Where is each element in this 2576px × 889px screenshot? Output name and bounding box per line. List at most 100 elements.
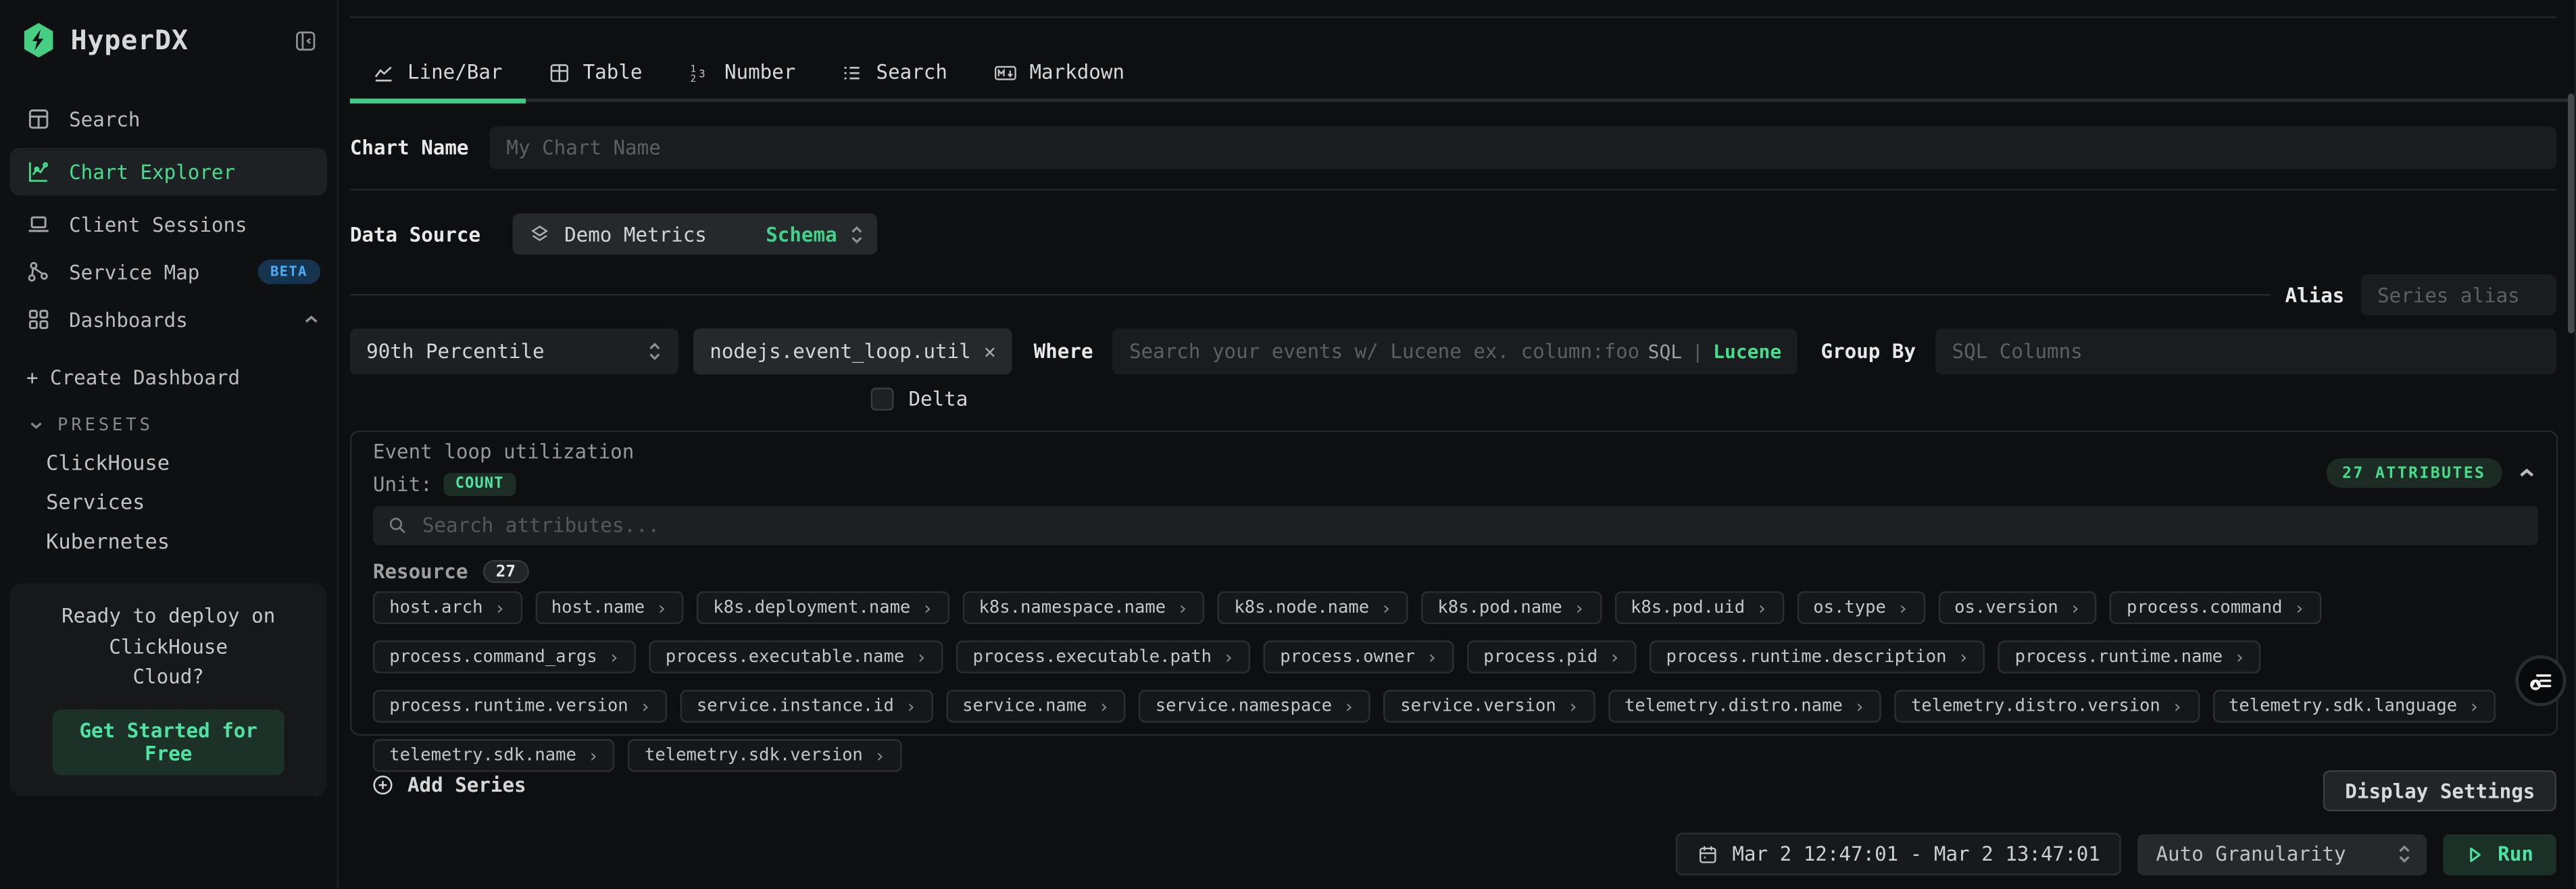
- chevron-right-icon: ›: [1854, 696, 1865, 717]
- attribute-chip[interactable]: process.pid›: [1467, 640, 1637, 674]
- chevron-right-icon: ›: [922, 597, 933, 619]
- group-by-input[interactable]: [1935, 328, 2556, 374]
- tab-markdown[interactable]: Markdown: [970, 48, 1147, 99]
- where-input[interactable]: [1113, 340, 1648, 363]
- schema-link[interactable]: Schema: [766, 222, 837, 245]
- add-series-button[interactable]: Add Series: [371, 773, 526, 796]
- attribute-chip-label: telemetry.sdk.version: [645, 746, 863, 765]
- lucene-option[interactable]: Lucene: [1713, 340, 1781, 363]
- create-dashboard-button[interactable]: + Create Dashboard: [0, 343, 337, 389]
- attribute-chip-label: process.command_args: [389, 647, 597, 667]
- attribute-chip[interactable]: service.version ›: [1384, 690, 1595, 723]
- attribute-chip[interactable]: telemetry.sdk.version›: [628, 739, 902, 772]
- resource-group-row: Resource 27: [373, 560, 529, 583]
- attribute-chip[interactable]: process.runtime.description›: [1650, 640, 1985, 674]
- tab-search[interactable]: Search: [818, 48, 970, 99]
- close-icon[interactable]: ✕: [984, 340, 996, 363]
- attribute-chip[interactable]: process.command_args›: [373, 640, 636, 674]
- top-divider: [350, 16, 2556, 18]
- get-started-button[interactable]: Get Started for Free: [53, 709, 284, 775]
- alias-label: Alias: [2285, 283, 2344, 306]
- attribute-chip-label: host.arch: [389, 598, 482, 617]
- attribute-chip[interactable]: host.arch›: [373, 591, 522, 624]
- attribute-chip[interactable]: telemetry.distro.version›: [1895, 690, 2200, 723]
- preset-item-services[interactable]: Services: [0, 475, 337, 514]
- granularity-select[interactable]: Auto Granularity: [2138, 834, 2427, 875]
- preset-item-clickhouse[interactable]: ClickHouse: [0, 435, 337, 474]
- sidebar-item-search[interactable]: Search: [0, 95, 337, 143]
- scrollbar-thumb[interactable]: [2567, 94, 2574, 334]
- collapse-sidebar-button[interactable]: [294, 29, 317, 52]
- attribute-chip-label: service.version: [1400, 696, 1556, 716]
- tab-number[interactable]: 123 Number: [665, 48, 818, 99]
- alias-input[interactable]: [2361, 274, 2556, 315]
- attribute-chip[interactable]: k8s.node.name›: [1218, 591, 1408, 624]
- chevron-right-icon: ›: [906, 696, 916, 717]
- attribute-chip[interactable]: process.command›: [2110, 591, 2321, 624]
- tab-label: Table: [583, 61, 643, 84]
- svg-text:3: 3: [699, 66, 705, 79]
- feedback-widget-button[interactable]: [2515, 655, 2566, 706]
- attribute-chip[interactable]: process.runtime.version›: [373, 690, 667, 723]
- attribute-chip-label: os.type: [1813, 598, 1886, 617]
- attribute-chip[interactable]: telemetry.sdk.name›: [373, 739, 615, 772]
- select-chevrons-icon: [850, 222, 865, 245]
- sidebar-item-client-sessions[interactable]: Client Sessions: [0, 201, 337, 249]
- unit-badge: COUNT: [444, 473, 516, 496]
- attribute-chip[interactable]: telemetry.distro.name›: [1608, 690, 1882, 723]
- chevron-right-icon: ›: [916, 646, 926, 668]
- attribute-chip[interactable]: service.instance.id›: [680, 690, 933, 723]
- sidebar-item-dashboards[interactable]: Dashboards: [0, 296, 337, 344]
- attribute-chip[interactable]: process.executable.path›: [956, 640, 1250, 674]
- chevron-right-icon: ›: [2294, 597, 2305, 619]
- attribute-chip[interactable]: k8s.deployment.name›: [697, 591, 949, 624]
- attribute-chip[interactable]: service.namespace›: [1139, 690, 1370, 723]
- attribute-chip-label: process.runtime.name: [2015, 647, 2223, 667]
- attribute-search-input[interactable]: [419, 513, 2538, 539]
- sidebar-item-service-map[interactable]: Service Map BETA: [0, 248, 337, 296]
- attribute-chip[interactable]: os.version›: [1938, 591, 2097, 624]
- query-language-toggle[interactable]: SQL | Lucene: [1648, 340, 1798, 363]
- attribute-chip[interactable]: k8s.pod.uid›: [1614, 591, 1784, 624]
- chevron-right-icon: ›: [1568, 696, 1579, 717]
- chevron-right-icon: ›: [2469, 696, 2479, 717]
- chart-explorer-page: HyperDX Search Chart Explorer Client Ses…: [0, 0, 2576, 889]
- attribute-chip[interactable]: process.executable.name›: [649, 640, 943, 674]
- metric-name: nodejs.event_loop.util: [710, 340, 970, 363]
- sidebar-item-label: Chart Explorer: [69, 160, 235, 183]
- hyperdx-logo-icon: [22, 22, 56, 59]
- layout-grid-icon: [26, 107, 51, 131]
- metric-chip[interactable]: nodejs.event_loop.util ✕: [693, 328, 1012, 374]
- tab-line-bar[interactable]: Line/Bar: [350, 48, 526, 99]
- time-range-picker[interactable]: Mar 2 12:47:01 - Mar 2 13:47:01: [1677, 833, 2122, 875]
- attribute-chip[interactable]: service.name›: [946, 690, 1126, 723]
- chevron-right-icon: ›: [1223, 646, 1234, 668]
- sidebar-item-chart-explorer[interactable]: Chart Explorer: [10, 148, 327, 196]
- metric-attributes-panel: Event loop utilization Unit: COUNT 27 AT…: [350, 430, 2558, 736]
- attribute-chip[interactable]: host.name›: [535, 591, 683, 624]
- presets-header[interactable]: PRESETS: [0, 389, 337, 435]
- main-content: Line/Bar Table 123 Number Search Markdow…: [339, 0, 2576, 889]
- tab-table[interactable]: Table: [525, 48, 665, 99]
- attribute-chip[interactable]: k8s.namespace.name›: [962, 591, 1204, 624]
- sql-option[interactable]: SQL: [1648, 340, 1683, 363]
- chart-name-input[interactable]: [490, 126, 2556, 169]
- add-series-label: Add Series: [407, 773, 526, 796]
- chart-name-label: Chart Name: [350, 136, 469, 159]
- chevron-down-icon: [28, 417, 44, 434]
- attribute-chip[interactable]: k8s.pod.name›: [1421, 591, 1601, 624]
- preset-item-kubernetes[interactable]: Kubernetes: [0, 514, 337, 553]
- brand-name: HyperDX: [71, 24, 189, 55]
- attribute-chip[interactable]: process.runtime.name›: [1998, 640, 2261, 674]
- aggregation-select[interactable]: 90th Percentile: [350, 328, 678, 374]
- data-source-select[interactable]: Demo Metrics Schema: [514, 213, 878, 255]
- attribute-chip[interactable]: telemetry.sdk.language›: [2212, 690, 2496, 723]
- attribute-chip[interactable]: os.type›: [1797, 591, 1925, 624]
- resource-count-badge: 27: [482, 560, 528, 583]
- run-button[interactable]: Run: [2444, 834, 2556, 875]
- delta-checkbox[interactable]: [871, 388, 894, 411]
- display-settings-button[interactable]: Display Settings: [2324, 770, 2556, 811]
- attribute-chip-label: service.namespace: [1156, 696, 1332, 716]
- chevron-up-icon[interactable]: [2517, 463, 2537, 483]
- attribute-chip[interactable]: process.owner›: [1264, 640, 1454, 674]
